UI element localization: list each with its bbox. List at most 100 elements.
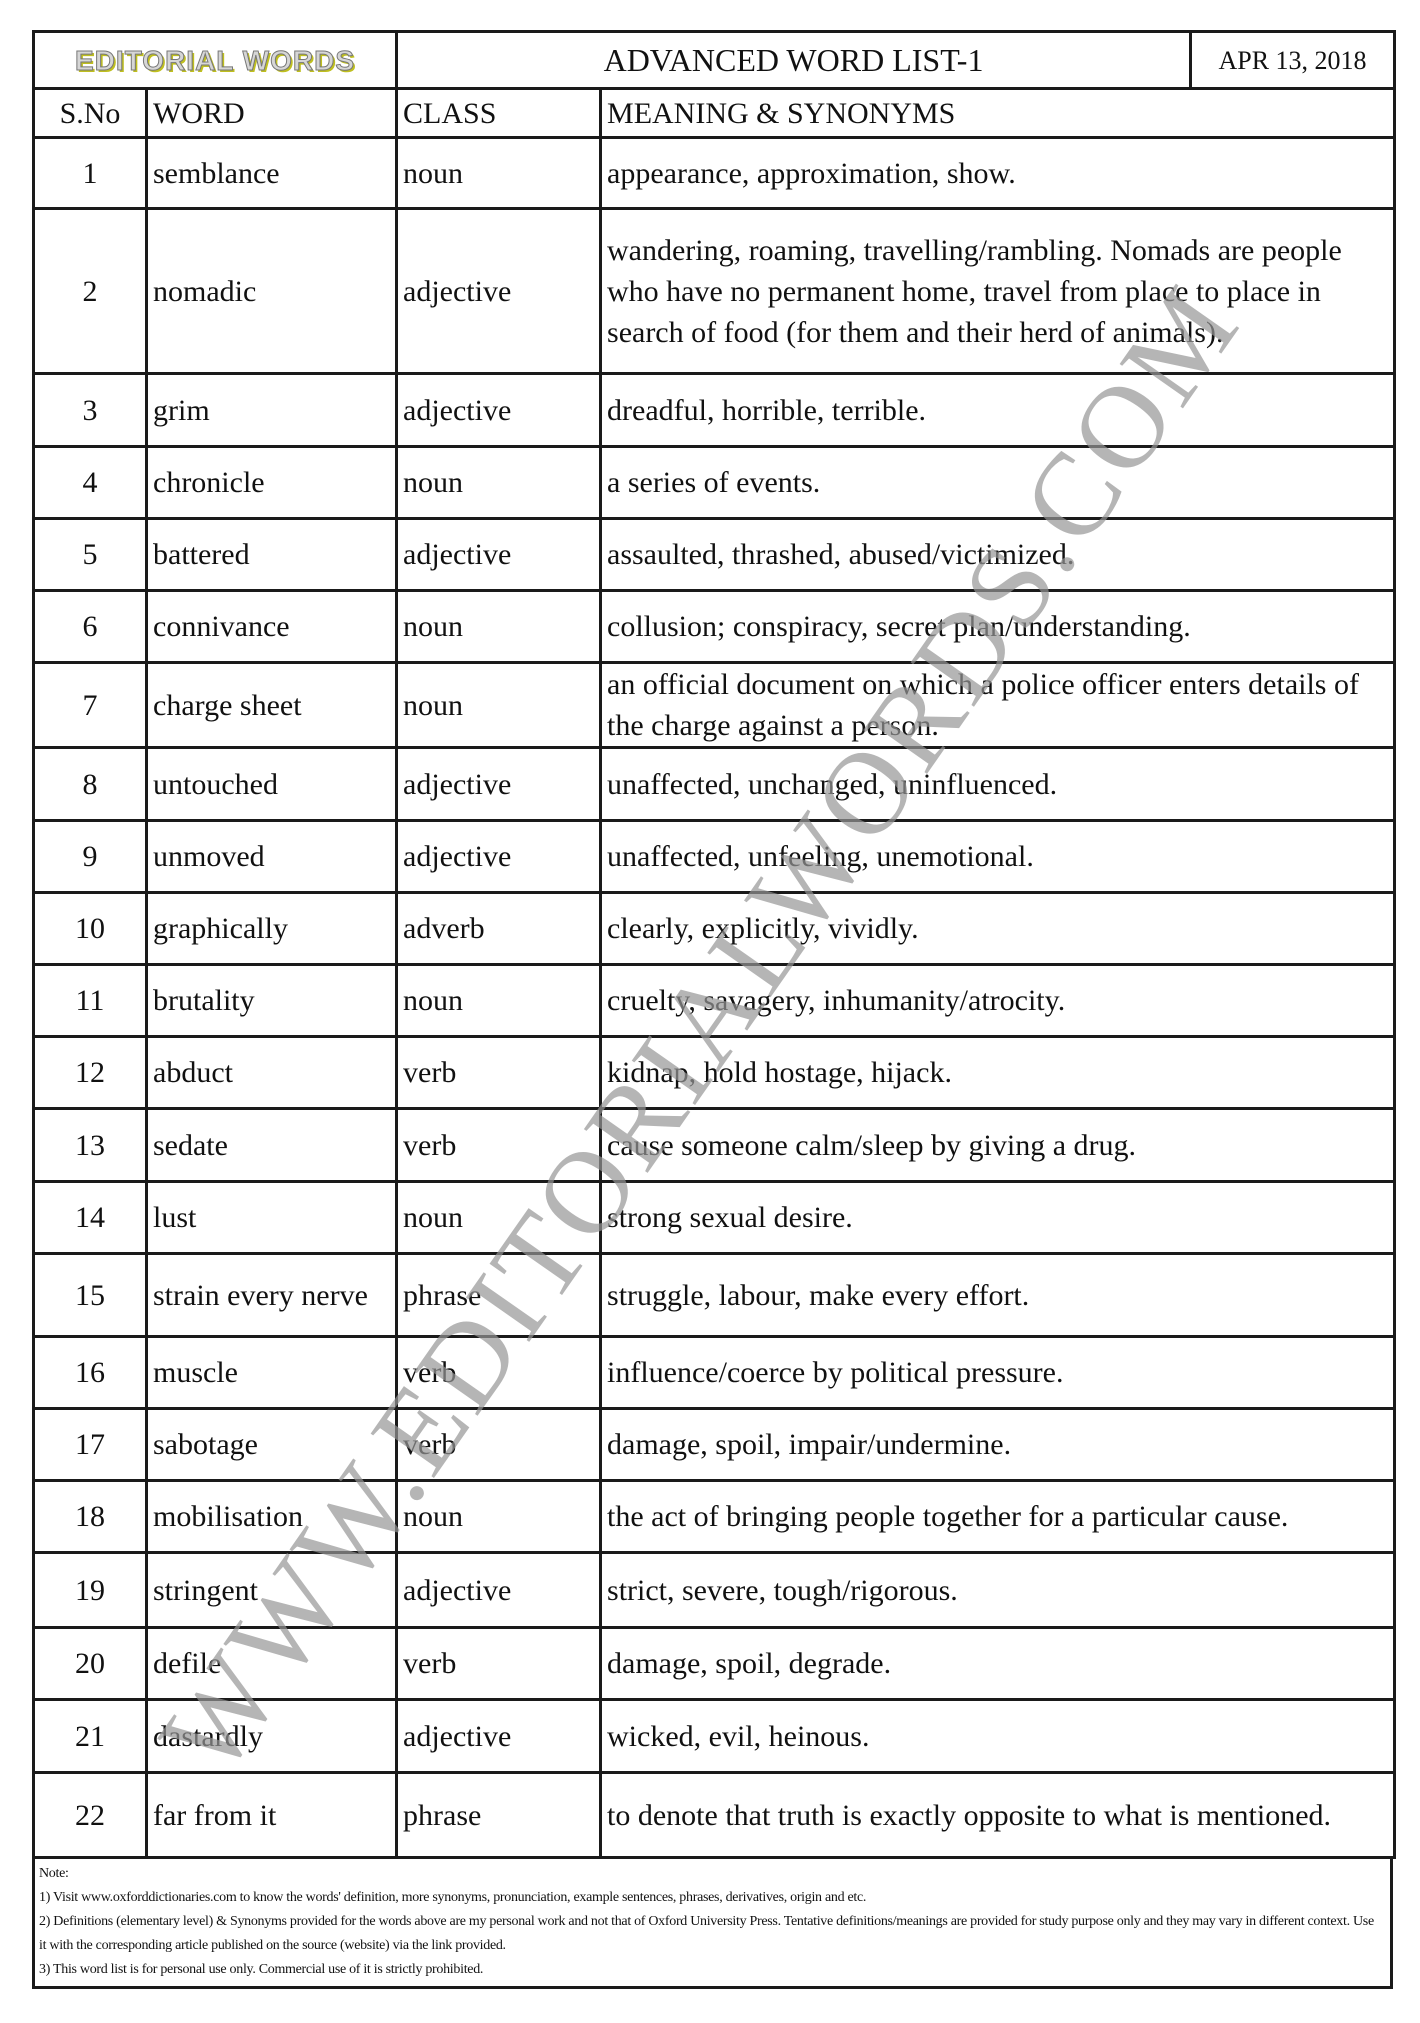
- cell-class: adjective: [395, 746, 603, 822]
- cell-sno: 5: [32, 517, 148, 592]
- cell-meaning: to denote that truth is exactly opposite…: [599, 1771, 1397, 1859]
- table-row: 7 charge sheet noun an official document on…: [32, 661, 1397, 749]
- cell-class: adjective: [395, 207, 603, 375]
- cell-sno: 18: [32, 1479, 148, 1554]
- table-row: 19 stringent adjective strict, severe, toug…: [32, 1551, 1397, 1629]
- cell-class: verb: [395, 1035, 603, 1110]
- cell-sno: 11: [32, 963, 148, 1038]
- table-row: 6 connivance noun collusion; conspiracy, se…: [32, 589, 1397, 664]
- note-item: 3) This word list is for personal use on…: [39, 1962, 484, 1977]
- cell-class: adjective: [395, 1551, 603, 1629]
- cell-word: connivance: [144, 589, 399, 664]
- cell-meaning: kidnap, hold hostage, hijack.: [599, 1035, 1397, 1110]
- note-item: 1) Visit www.oxforddictionaries.com to k…: [39, 1890, 867, 1905]
- notes-heading: Note:: [39, 1866, 69, 1881]
- cell-meaning: damage, spoil, degrade.: [599, 1626, 1397, 1701]
- table-row: 1 semblance noun appearance, approximation,…: [32, 136, 1397, 210]
- cell-meaning: unaffected, unfeeling, unemotional.: [599, 819, 1397, 894]
- cell-word: unmoved: [144, 819, 399, 894]
- cell-sno: 1: [32, 136, 148, 210]
- word-rows: 1 semblance noun appearance, approximation,…: [32, 136, 1397, 1859]
- cell-meaning: unaffected, unchanged, uninfluenced.: [599, 746, 1397, 822]
- cell-class: noun: [395, 1180, 603, 1255]
- cell-meaning: strong sexual desire.: [599, 1180, 1397, 1255]
- cell-word: defile: [144, 1626, 399, 1701]
- cell-meaning: appearance, approximation, show.: [599, 136, 1397, 210]
- cell-meaning: assaulted, thrashed, abused/victimized.: [599, 517, 1397, 592]
- cell-class: noun: [395, 445, 603, 520]
- cell-word: semblance: [144, 136, 399, 210]
- table-row: 2 nomadic adjective wandering, roaming, tra…: [32, 207, 1397, 375]
- column-header-row: S.No WORD CLASS MEANING & SYNONYMS: [32, 87, 1397, 139]
- cell-word: untouched: [144, 746, 399, 822]
- cell-meaning: wandering, roaming, travelling/rambling.…: [599, 207, 1397, 375]
- cell-sno: 20: [32, 1626, 148, 1701]
- column-header-class: CLASS: [395, 87, 603, 139]
- column-header-word: WORD: [144, 87, 399, 139]
- cell-meaning: a series of events.: [599, 445, 1397, 520]
- cell-sno: 19: [32, 1551, 148, 1629]
- cell-word: stringent: [144, 1551, 399, 1629]
- cell-word: far from it: [144, 1771, 399, 1859]
- cell-sno: 9: [32, 819, 148, 894]
- cell-class: adjective: [395, 819, 603, 894]
- note-item: 2) Definitions (elementary level) & Syno…: [39, 1914, 1374, 1953]
- table-row: 5 battered adjective assaulted, thrashed, a…: [32, 517, 1397, 592]
- cell-word: dastardly: [144, 1698, 399, 1774]
- cell-class: adjective: [395, 372, 603, 448]
- table-row: 14 lust noun strong sexual desire.: [32, 1180, 1397, 1255]
- cell-word: sedate: [144, 1107, 399, 1183]
- cell-class: adjective: [395, 1698, 603, 1774]
- cell-sno: 6: [32, 589, 148, 664]
- cell-sno: 4: [32, 445, 148, 520]
- document-date: APR 13, 2018: [1189, 30, 1397, 90]
- table-row: 18 mobilisation noun the act of bringing pe…: [32, 1479, 1397, 1554]
- cell-sno: 14: [32, 1180, 148, 1255]
- cell-sno: 2: [32, 207, 148, 375]
- cell-sno: 10: [32, 891, 148, 966]
- cell-class: phrase: [395, 1252, 603, 1338]
- word-list-sheet: EDITORIAL WORDS ADVANCED WORD LIST-1 APR…: [31, 30, 1397, 1989]
- cell-word: brutality: [144, 963, 399, 1038]
- cell-class: adverb: [395, 891, 603, 966]
- cell-meaning: the act of bringing people together for …: [599, 1479, 1397, 1554]
- cell-class: noun: [395, 589, 603, 664]
- cell-sno: 16: [32, 1335, 148, 1410]
- cell-meaning: clearly, explicitly, vividly.: [599, 891, 1397, 966]
- cell-meaning: collusion; conspiracy, secret plan/under…: [599, 589, 1397, 664]
- cell-meaning: cause someone calm/sleep by giving a dru…: [599, 1107, 1397, 1183]
- cell-word: mobilisation: [144, 1479, 399, 1554]
- cell-word: lust: [144, 1180, 399, 1255]
- table-row: 12 abduct verb kidnap, hold hostage, hijack…: [32, 1035, 1397, 1110]
- cell-class: phrase: [395, 1771, 603, 1859]
- table-row: 4 chronicle noun a series of events.: [32, 445, 1397, 520]
- table-row: 21 dastardly adjective wicked, evil, heinou…: [32, 1698, 1397, 1774]
- cell-meaning: struggle, labour, make every effort.: [599, 1252, 1397, 1338]
- cell-word: chronicle: [144, 445, 399, 520]
- cell-word: grim: [144, 372, 399, 448]
- table-row: 22 far from it phrase to denote that truth …: [32, 1771, 1397, 1859]
- cell-meaning: an official document on which a police o…: [599, 661, 1397, 749]
- column-header-meaning: MEANING & SYNONYMS: [599, 87, 1397, 139]
- cell-word: muscle: [144, 1335, 399, 1410]
- cell-meaning: strict, severe, tough/rigorous.: [599, 1551, 1397, 1629]
- cell-class: noun: [395, 1479, 603, 1554]
- cell-sno: 8: [32, 746, 148, 822]
- title-row: EDITORIAL WORDS ADVANCED WORD LIST-1 APR…: [31, 30, 1397, 90]
- cell-class: verb: [395, 1107, 603, 1183]
- cell-class: noun: [395, 963, 603, 1038]
- cell-word: abduct: [144, 1035, 399, 1110]
- cell-sno: 17: [32, 1407, 148, 1482]
- cell-meaning: wicked, evil, heinous.: [599, 1698, 1397, 1774]
- cell-sno: 12: [32, 1035, 148, 1110]
- cell-word: nomadic: [144, 207, 399, 375]
- table-row: 9 unmoved adjective unaffected, unfeeling, …: [32, 819, 1397, 894]
- table-row: 8 untouched adjective unaffected, unchanged…: [32, 746, 1397, 822]
- cell-meaning: influence/coerce by political pressure.: [599, 1335, 1397, 1410]
- cell-sno: 3: [32, 372, 148, 448]
- cell-class: adjective: [395, 517, 603, 592]
- editorial-words-logo: EDITORIAL WORDS: [31, 30, 399, 90]
- cell-word: graphically: [144, 891, 399, 966]
- cell-sno: 15: [32, 1252, 148, 1338]
- word-table: EDITORIAL WORDS ADVANCED WORD LIST-1 APR…: [31, 30, 1397, 1859]
